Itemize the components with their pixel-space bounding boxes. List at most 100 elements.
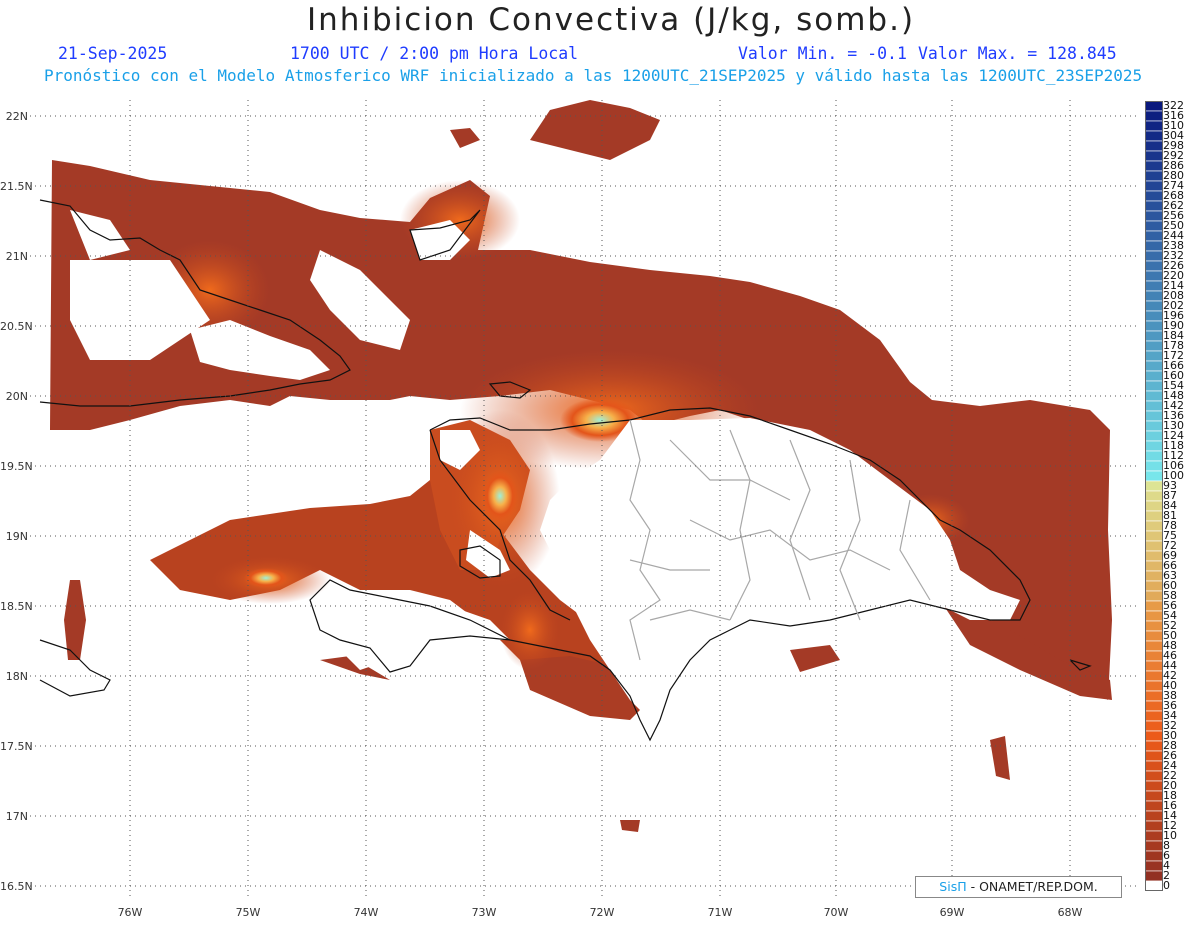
colorbar-swatch: [1145, 670, 1163, 682]
colorbar-swatch: [1145, 720, 1163, 732]
colorbar-swatch: [1145, 120, 1163, 132]
colorbar-swatch: [1145, 560, 1163, 572]
colorbar-swatch: [1145, 640, 1163, 652]
colorbar-swatch: [1145, 210, 1163, 222]
colorbar-swatch: [1145, 420, 1163, 432]
lat-label: 20.5N: [0, 320, 33, 333]
colorbar-swatch: [1145, 110, 1163, 122]
lat-label: 18.5N: [0, 600, 33, 613]
colorbar-swatch: [1145, 150, 1163, 162]
forecast-subtitle: Pronóstico con el Modelo Atmosferico WRF…: [44, 66, 1143, 85]
colorbar-swatch: [1145, 810, 1163, 822]
colorbar-swatch: [1145, 330, 1163, 342]
colorbar-swatch: [1145, 730, 1163, 742]
lon-label: 69W: [939, 906, 965, 919]
colorbar-swatch: [1145, 840, 1163, 852]
colorbar-swatch: [1145, 660, 1163, 672]
colorbar-swatch: [1145, 530, 1163, 542]
colorbar-label: 0: [1163, 879, 1170, 892]
colorbar-swatch: [1145, 610, 1163, 622]
lat-label: 19N: [5, 530, 28, 543]
colorbar-swatch: [1145, 360, 1163, 372]
lon-label: 70W: [823, 906, 849, 919]
colorbar-swatch: [1145, 350, 1163, 362]
colorbar-swatch: [1145, 870, 1163, 882]
colorbar-swatch: [1145, 710, 1163, 722]
colorbar-swatch: [1145, 630, 1163, 642]
colorbar-swatch: [1145, 200, 1163, 212]
colorbar-swatch: [1145, 550, 1163, 562]
lat-label: 17.5N: [0, 740, 33, 753]
colorbar-swatch: [1145, 250, 1163, 262]
colorbar-swatch: [1145, 410, 1163, 422]
colorbar-swatch: [1145, 370, 1163, 382]
colorbar-swatch: [1145, 320, 1163, 332]
lon-label: 75W: [235, 906, 261, 919]
colorbar-swatch: [1145, 860, 1163, 872]
colorbar-swatch: [1145, 340, 1163, 352]
colorbar-swatch: [1145, 790, 1163, 802]
colorbar-swatch: [1145, 740, 1163, 752]
colorbar-swatch: [1145, 570, 1163, 582]
colorbar-swatch: [1145, 140, 1163, 152]
colorbar-swatch: [1145, 520, 1163, 532]
colorbar-swatch: [1145, 600, 1163, 612]
colorbar-swatch: [1145, 170, 1163, 182]
forecast-date: 21-Sep-2025: [58, 44, 168, 63]
colorbar-swatch: [1145, 800, 1163, 812]
map-panel: [30, 100, 1140, 898]
colorbar-swatch: [1145, 450, 1163, 462]
lat-label: 20N: [5, 390, 28, 403]
colorbar-swatch: [1145, 280, 1163, 292]
colorbar: [1145, 101, 1163, 892]
colorbar-swatch: [1145, 400, 1163, 412]
colorbar-swatch: [1145, 620, 1163, 632]
value-max: Valor Max. = 128.845: [918, 44, 1117, 63]
lat-label: 18N: [5, 670, 28, 683]
colorbar-swatch: [1145, 180, 1163, 192]
colorbar-swatch: [1145, 590, 1163, 602]
colorbar-swatch: [1145, 130, 1163, 142]
forecast-time: 1700 UTC / 2:00 pm Hora Local: [290, 44, 579, 63]
brand-logo: SisΠ: [939, 879, 967, 894]
colorbar-swatch: [1145, 260, 1163, 272]
colorbar-swatch: [1145, 500, 1163, 512]
colorbar-swatch: [1145, 700, 1163, 712]
colorbar-swatch: [1145, 470, 1163, 482]
colorbar-swatch: [1145, 300, 1163, 312]
credit-text: - ONAMET/REP.DOM.: [966, 879, 1098, 894]
colorbar-swatch: [1145, 380, 1163, 392]
lat-label: 22N: [5, 110, 28, 123]
colorbar-swatch: [1145, 510, 1163, 522]
colorbar-swatch: [1145, 390, 1163, 402]
colorbar-swatch: [1145, 310, 1163, 322]
colorbar-swatch: [1145, 580, 1163, 592]
colorbar-swatch: [1145, 101, 1163, 112]
lat-label: 21N: [5, 250, 28, 263]
colorbar-swatch: [1145, 780, 1163, 792]
colorbar-swatch: [1145, 770, 1163, 782]
colorbar-swatch: [1145, 440, 1163, 452]
value-min: Valor Min. = -0.1: [738, 44, 907, 63]
map-title: Inhibicion Convectiva (J/kg, somb.): [306, 2, 916, 38]
lat-label: 16.5N: [0, 880, 33, 893]
colorbar-swatch: [1145, 880, 1163, 892]
lon-label: 72W: [589, 906, 615, 919]
lon-label: 74W: [353, 906, 379, 919]
colorbar-swatch: [1145, 850, 1163, 862]
lat-label: 21.5N: [0, 180, 33, 193]
colorbar-swatch: [1145, 220, 1163, 232]
colorbar-swatch: [1145, 240, 1163, 252]
colorbar-swatch: [1145, 490, 1163, 502]
colorbar-swatch: [1145, 290, 1163, 302]
colorbar-swatch: [1145, 190, 1163, 202]
colorbar-swatch: [1145, 690, 1163, 702]
colorbar-swatch: [1145, 760, 1163, 772]
colorbar-swatch: [1145, 650, 1163, 662]
colorbar-swatch: [1145, 480, 1163, 492]
colorbar-swatch: [1145, 460, 1163, 472]
colorbar-swatch: [1145, 430, 1163, 442]
lat-label: 17N: [5, 810, 28, 823]
credit-box: SisΠ - ONAMET/REP.DOM.: [915, 876, 1122, 898]
lon-label: 68W: [1057, 906, 1083, 919]
